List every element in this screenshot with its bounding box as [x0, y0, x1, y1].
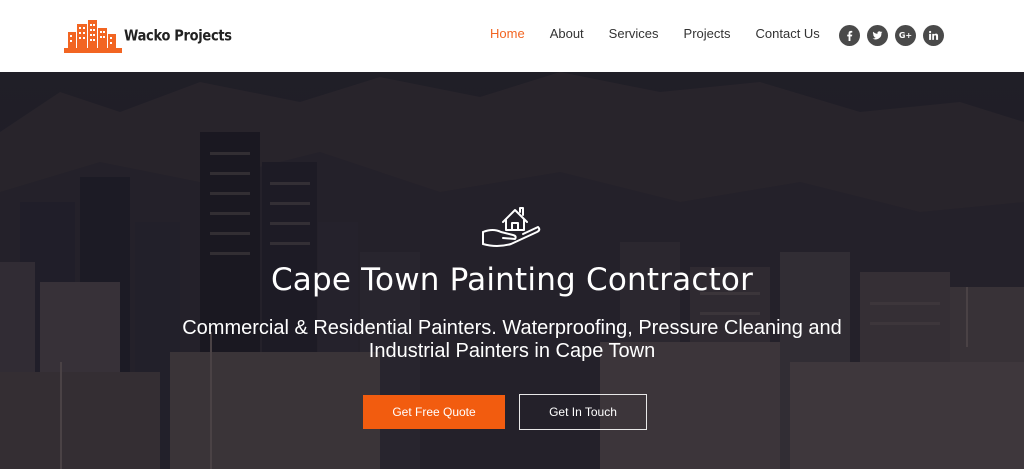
site-logo[interactable]: Wacko Projects — [64, 18, 232, 54]
nav-home[interactable]: Home — [490, 26, 525, 41]
google-plus-icon[interactable]: G+ — [895, 25, 916, 46]
get-free-quote-button[interactable]: Get Free Quote — [363, 395, 505, 429]
nav-about[interactable]: About — [550, 26, 584, 41]
brand-name: Wacko Projects — [124, 27, 232, 45]
google-plus-label: G+ — [898, 31, 913, 40]
hero-title: Cape Town Painting Contractor — [270, 262, 754, 298]
building-logo-icon — [64, 20, 122, 53]
get-in-touch-button[interactable]: Get In Touch — [519, 394, 647, 430]
linkedin-icon[interactable] — [923, 25, 944, 46]
main-nav: Home About Services Projects Contact Us — [490, 26, 845, 41]
nav-projects[interactable]: Projects — [684, 26, 731, 41]
site-header: Wacko Projects Home About Services Proje… — [0, 0, 1024, 72]
social-links: G+ — [839, 25, 951, 46]
facebook-icon[interactable] — [839, 25, 860, 46]
hero-subtitle: Commercial & Residential Painters. Water… — [182, 317, 842, 362]
house-in-hand-icon — [482, 207, 541, 247]
twitter-icon[interactable] — [867, 25, 888, 46]
nav-services[interactable]: Services — [609, 26, 659, 41]
nav-contact-us[interactable]: Contact Us — [756, 26, 820, 41]
hero-section: Cape Town Painting Contractor Commercial… — [0, 72, 1024, 469]
